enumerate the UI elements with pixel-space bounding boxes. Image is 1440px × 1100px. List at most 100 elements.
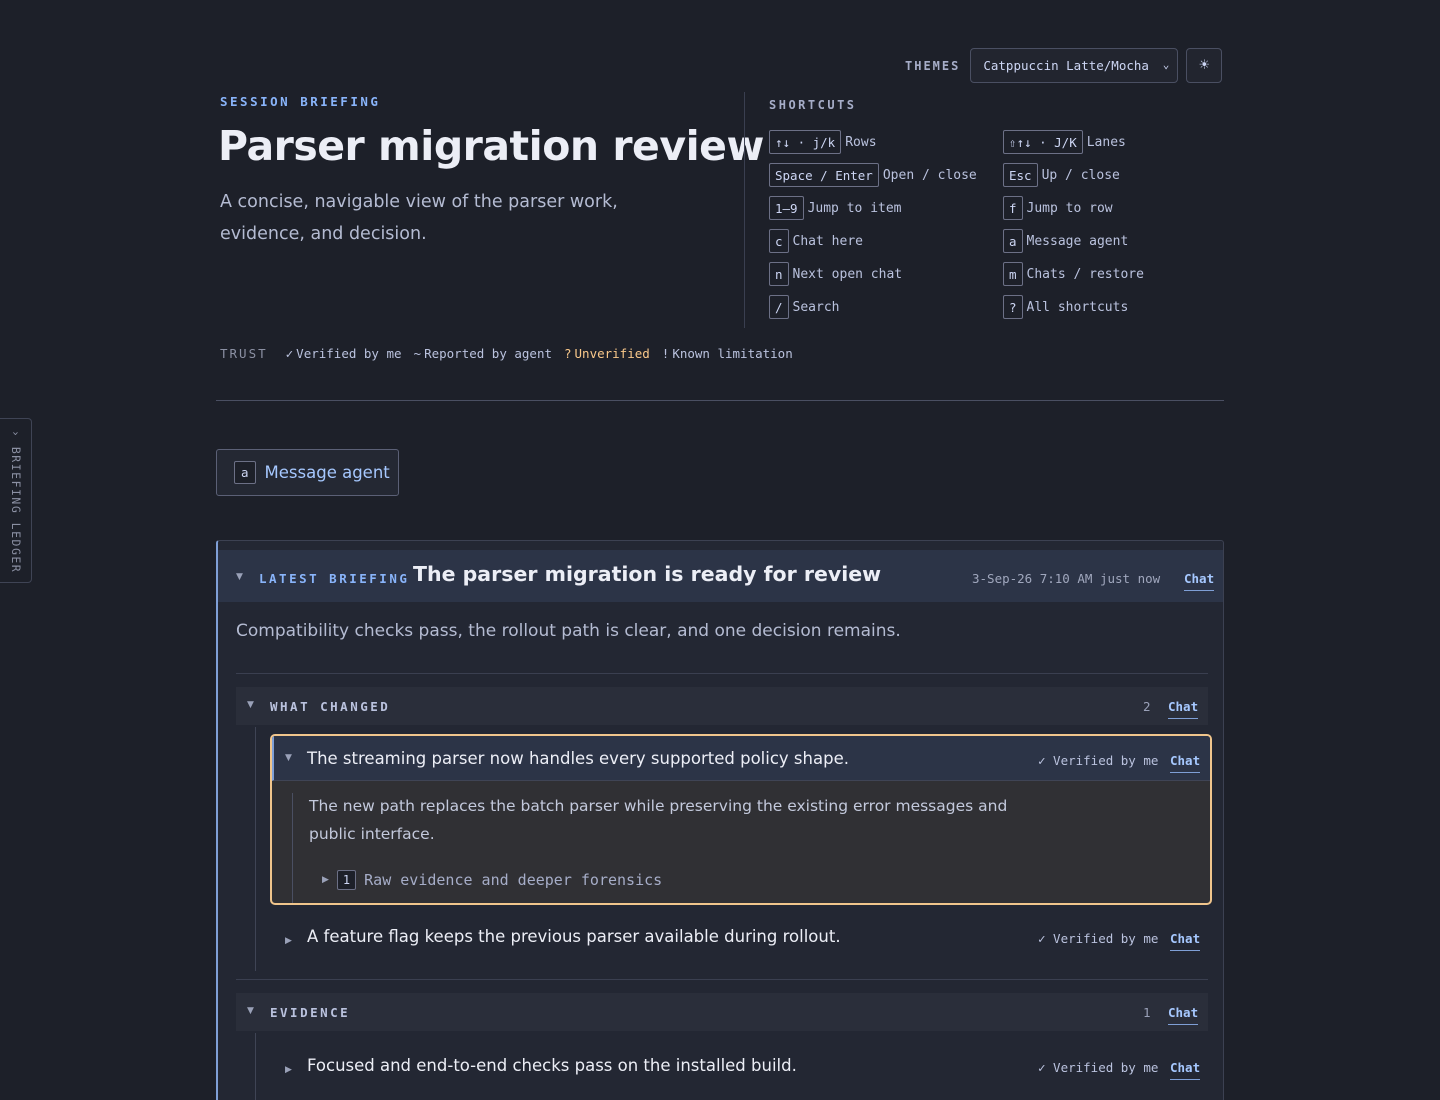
- section-what-changed[interactable]: ▼ WHAT CHANGED 2: [236, 687, 1208, 725]
- shortcut-label: Next open chat: [792, 266, 903, 282]
- shortcut-label: Search: [792, 299, 840, 315]
- shortcut-message-agent: a Message agent: [1003, 229, 1128, 253]
- shortcut-key: m: [1003, 262, 1023, 286]
- briefing-panel: ▼ LATEST BRIEFING The parser migration i…: [216, 540, 1224, 1100]
- shortcut-label: Message agent: [1026, 233, 1129, 249]
- section-title: WHAT CHANGED: [270, 699, 391, 714]
- trust-limitation: ! Known limitation: [661, 346, 793, 361]
- briefing-timestamp: 3-Sep-26 7:10 AM just now: [972, 571, 1161, 586]
- message-agent-label: Message agent: [264, 463, 390, 482]
- trust-badge: ✓ Verified by me: [1038, 931, 1159, 946]
- summary-separator: [236, 673, 1208, 674]
- shortcut-key: f: [1003, 196, 1023, 220]
- item-text: Focused and end-to-end checks pass on th…: [307, 1056, 797, 1075]
- item-detail: The new path replaces the batch parser w…: [309, 797, 1008, 843]
- theme-toggle-button[interactable]: ☀: [1186, 48, 1223, 83]
- question-icon: ?: [564, 346, 572, 361]
- briefing-summary: Compatibility checks pass, the rollout p…: [236, 621, 901, 641]
- item-text: A feature flag keeps the previous parser…: [307, 927, 841, 946]
- item-chat-link[interactable]: Chat: [1170, 1060, 1201, 1080]
- shortcut-search: / Search: [769, 295, 840, 319]
- shortcut-key: 1–9: [769, 196, 804, 220]
- caret-down-icon[interactable]: ▼: [247, 700, 254, 710]
- shortcut-all: ? All shortcuts: [1003, 295, 1128, 319]
- briefing-chat-link[interactable]: Chat: [1184, 571, 1215, 591]
- briefing-ledger-label: › BRIEFING LEDGER: [9, 430, 23, 574]
- shortcut-key: /: [769, 295, 789, 319]
- shortcut-up-close: Esc Up / close: [1003, 163, 1120, 187]
- shortcut-label: Jump to row: [1026, 200, 1113, 216]
- shortcut-key: n: [769, 262, 789, 286]
- themes-label: THEMES: [905, 58, 961, 73]
- section-title: EVIDENCE: [270, 1005, 351, 1020]
- change-item-feature-flag[interactable]: ▶ A feature flag keeps the previous pars…: [270, 919, 1212, 959]
- section-count: 1: [1143, 1005, 1151, 1020]
- sun-icon: ☀: [1198, 58, 1211, 73]
- themes-bar: THEMES Catppuccin Latte/Mocha ⌄ ☀: [905, 48, 1223, 83]
- chevron-right-icon: ›: [9, 430, 23, 439]
- shortcut-key: ↑↓ · j/k: [769, 130, 842, 154]
- change-item-streaming-parser[interactable]: ▼ The streaming parser now handles every…: [270, 734, 1212, 905]
- shortcut-label: Lanes: [1086, 134, 1126, 150]
- section-count: 2: [1143, 699, 1151, 714]
- shortcut-jump-row: f Jump to row: [1003, 196, 1113, 220]
- caret-right-icon[interactable]: ▶: [285, 1065, 292, 1075]
- shortcut-label: All shortcuts: [1026, 299, 1129, 315]
- shortcut-label: Rows: [845, 134, 877, 150]
- raw-evidence-label: Raw evidence and deeper forensics: [364, 871, 663, 889]
- caret-right-icon[interactable]: ▶: [322, 875, 329, 885]
- page-title: Parser migration review: [218, 122, 764, 170]
- tree-line: [255, 1033, 256, 1100]
- section-chat-link[interactable]: Chat: [1168, 699, 1199, 719]
- caret-down-icon[interactable]: ▼: [247, 1006, 254, 1016]
- shortcut-key: Space / Enter: [769, 163, 879, 187]
- shortcuts-title: SHORTCUTS: [769, 98, 857, 112]
- trust-reported: ~ Reported by agent: [413, 346, 552, 361]
- trust-legend: TRUST ✓ Verified by me ~ Reported by agent…: [220, 346, 805, 361]
- item-chat-link[interactable]: Chat: [1170, 931, 1201, 951]
- section-separator: [236, 979, 1208, 980]
- caret-down-icon[interactable]: ▼: [285, 753, 292, 763]
- shortcut-label: Chat here: [792, 233, 863, 249]
- shortcut-key: 1: [336, 870, 357, 890]
- trust-unverified: ? Unverified: [564, 346, 650, 361]
- tree-line: [255, 727, 256, 971]
- shortcut-key: a: [1003, 229, 1023, 253]
- detail-line: [292, 793, 293, 903]
- tilde-icon: ~: [413, 346, 422, 361]
- shortcut-rows: ↑↓ · j/k Rows: [769, 130, 877, 154]
- shortcut-label: Open / close: [882, 167, 977, 183]
- trust-verified: ✓ Verified by me: [285, 346, 402, 361]
- trust-label: TRUST: [220, 346, 268, 361]
- shortcut-open-close: Space / Enter Open / close: [769, 163, 977, 187]
- exclamation-icon: !: [661, 346, 670, 361]
- trust-badge: ✓ Verified by me: [1038, 753, 1159, 768]
- shortcut-chat-here: c Chat here: [769, 229, 863, 253]
- evidence-item-checks[interactable]: ▶ Focused and end-to-end checks pass on …: [270, 1048, 1212, 1088]
- message-agent-button[interactable]: a Message agent: [216, 449, 399, 496]
- chevron-down-icon: ⌄: [1162, 58, 1170, 71]
- section-evidence[interactable]: ▼ EVIDENCE 1: [236, 993, 1208, 1031]
- item-text: The streaming parser now handles every s…: [307, 749, 849, 768]
- shortcut-key: ⇧↑↓ · J/K: [1003, 130, 1083, 154]
- shortcut-key: a: [234, 461, 256, 484]
- page-description: A concise, navigable view of the parser …: [220, 192, 618, 244]
- shortcut-jump-item: 1–9 Jump to item: [769, 196, 902, 220]
- shortcut-chats-restore: m Chats / restore: [1003, 262, 1144, 286]
- caret-right-icon[interactable]: ▶: [285, 936, 292, 946]
- shortcut-lanes: ⇧↑↓ · J/K Lanes: [1003, 130, 1126, 154]
- shortcut-label: Chats / restore: [1026, 266, 1144, 282]
- section-chat-link[interactable]: Chat: [1168, 1005, 1199, 1025]
- shortcut-key: ?: [1003, 295, 1023, 319]
- shortcut-label: Up / close: [1041, 167, 1120, 183]
- briefing-title: The parser migration is ready for review: [413, 562, 882, 586]
- shortcut-key: c: [769, 229, 789, 253]
- briefing-eyebrow: LATEST BRIEFING: [259, 571, 410, 586]
- shortcut-next-chat: n Next open chat: [769, 262, 902, 286]
- caret-down-icon[interactable]: ▼: [236, 572, 243, 582]
- item-chat-link[interactable]: Chat: [1170, 753, 1201, 773]
- shortcut-label: Jump to item: [807, 200, 902, 216]
- trust-badge: ✓ Verified by me: [1038, 1060, 1159, 1075]
- theme-select[interactable]: Catppuccin Latte/Mocha ⌄: [970, 48, 1179, 83]
- raw-evidence-toggle[interactable]: ▶ 1 Raw evidence and deeper forensics: [322, 870, 662, 890]
